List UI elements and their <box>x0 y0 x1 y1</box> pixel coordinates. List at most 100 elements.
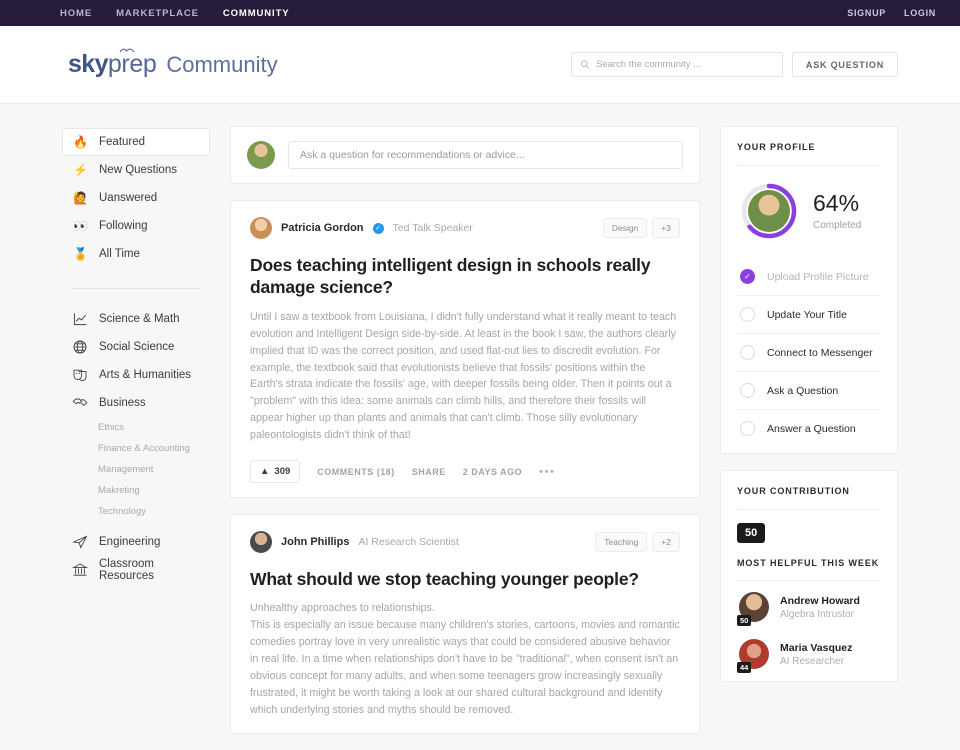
sidebar-item-classroom-resources[interactable]: Classroom Resources <box>62 556 210 584</box>
upvote-button[interactable]: ▲ 309 <box>250 460 301 484</box>
profile-card: YOUR PROFILE 64% Completed ✓ Upload Prof… <box>720 126 898 454</box>
post-author-name[interactable]: Patricia Gordon <box>281 222 364 234</box>
eyes-icon: 👀 <box>73 219 88 233</box>
medal-icon: 🏅 <box>73 247 88 261</box>
checklist-label: Upload Profile Picture <box>767 270 869 283</box>
circle-icon <box>740 345 755 360</box>
sidebar-subitem-marketing[interactable]: Makreting <box>62 480 210 501</box>
share-link[interactable]: SHARE <box>412 467 446 477</box>
feed-column: Patricia Gordon ✓ Ted Talk Speaker Desig… <box>230 126 700 750</box>
post-author-role: AI Research Scientist <box>358 536 459 549</box>
sidebar-item-engineering[interactable]: Engineering <box>62 528 210 556</box>
circle-icon <box>740 383 755 398</box>
chart-line-icon <box>73 313 87 326</box>
ask-question-button[interactable]: ASK QUESTION <box>791 52 898 77</box>
post-title[interactable]: Does teaching intelligent design in scho… <box>250 254 680 299</box>
sidebar-subitem-technology[interactable]: Technology <box>62 501 210 522</box>
sidebar-divider <box>72 288 200 289</box>
helper-role: Algebra Intrustor <box>780 608 854 620</box>
avatar[interactable] <box>250 217 272 239</box>
sidebar-label-social-science: Social Science <box>99 341 175 353</box>
left-sidebar: 🔥 Featured ⚡ New Questions 🙋 Uanswered 👀… <box>62 126 210 584</box>
profile-percent-label: Completed <box>813 219 862 231</box>
search-box[interactable] <box>570 52 783 77</box>
right-rail: YOUR PROFILE 64% Completed ✓ Upload Prof… <box>720 126 898 698</box>
upvote-arrow-icon: ▲ <box>260 466 270 478</box>
checklist-item-update-title[interactable]: Update Your Title <box>737 296 881 334</box>
topnav-home[interactable]: HOME <box>60 8 92 19</box>
handshake-icon <box>72 398 88 406</box>
verified-badge-icon: ✓ <box>372 222 384 234</box>
post-header: John Phillips AI Research Scientist Teac… <box>250 531 680 554</box>
checklist-label: Ask a Question <box>767 384 839 397</box>
post-timestamp: 2 DAYS AGO <box>462 466 523 477</box>
profile-percent: 64% <box>813 189 860 216</box>
post-tags: Teaching +2 <box>595 532 680 553</box>
topnav-community[interactable]: COMMUNITY <box>223 8 290 19</box>
tag-teaching[interactable]: Teaching <box>595 532 648 553</box>
logo-prep-text: prep <box>107 50 157 78</box>
checklist-item-upload-picture[interactable]: ✓ Upload Profile Picture <box>737 258 881 296</box>
post-author-name[interactable]: John Phillips <box>281 536 349 548</box>
sidebar-label-following: Following <box>99 220 148 232</box>
sidebar-item-featured[interactable]: 🔥 Featured <box>62 128 210 156</box>
tag-more-count[interactable]: +2 <box>652 532 680 553</box>
sidebar-label-classroom-resources: Classroom Resources <box>99 558 154 582</box>
avatar: 44 <box>737 639 769 673</box>
tag-more-count[interactable]: +3 <box>652 218 680 238</box>
list-item[interactable]: 50 Andrew Howard Algebra Intrustor <box>737 581 881 628</box>
fire-icon: 🔥 <box>73 135 88 149</box>
logo-sky-text: sky <box>68 50 109 78</box>
checklist-item-answer-question[interactable]: Answer a Question <box>737 410 881 447</box>
sidebar-subitem-management[interactable]: Management <box>62 459 210 480</box>
list-item[interactable]: 44 Maria Vasquez AI Researcher <box>737 628 881 675</box>
search-icon <box>580 60 590 69</box>
progress-ring <box>741 183 797 239</box>
ask-question-card <box>230 126 700 184</box>
check-icon: ✓ <box>740 269 755 284</box>
checklist-item-ask-question[interactable]: Ask a Question <box>737 372 881 410</box>
signup-link[interactable]: SIGNUP <box>847 8 886 18</box>
sidebar-item-business[interactable]: Business <box>62 389 210 417</box>
avatar[interactable] <box>250 531 272 554</box>
sidebar-label-engineering: Engineering <box>99 536 161 548</box>
contribution-score-badge: 50 <box>737 523 766 543</box>
sidebar-item-unanswered[interactable]: 🙋 Uanswered <box>62 184 210 212</box>
tag-design[interactable]: Design <box>602 218 648 238</box>
sidebar-item-science-math[interactable]: Science & Math <box>62 305 210 333</box>
sidebar-subitem-finance-accounting[interactable]: Finance & Accounting <box>62 438 210 459</box>
bird-icon <box>119 48 135 53</box>
lightning-icon: ⚡ <box>73 163 88 177</box>
site-logo[interactable]: sky prep Community <box>68 48 278 79</box>
search-input[interactable] <box>595 59 774 70</box>
checklist-item-connect-messenger[interactable]: Connect to Messenger <box>737 334 881 372</box>
profile-progress: 64% Completed <box>737 166 881 258</box>
post-card: Patricia Gordon ✓ Ted Talk Speaker Desig… <box>230 200 700 499</box>
sidebar-label-featured: Featured <box>99 136 146 148</box>
top-auth-links: SIGNUP LOGIN <box>847 8 936 18</box>
profile-avatar[interactable] <box>748 190 790 232</box>
current-user-avatar[interactable] <box>247 141 275 169</box>
sidebar-item-arts-humanities[interactable]: Arts & Humanities <box>62 361 210 389</box>
checklist-label: Update Your Title <box>767 308 847 321</box>
logo-community-text: Community <box>166 52 278 77</box>
profile-card-title: YOUR PROFILE <box>737 142 881 166</box>
sidebar-item-new-questions[interactable]: ⚡ New Questions <box>62 156 210 184</box>
login-link[interactable]: LOGIN <box>904 8 936 18</box>
sidebar-item-all-time[interactable]: 🏅 All Time <box>62 240 210 268</box>
post-body: Unhealthy approaches to relationships. T… <box>250 602 680 716</box>
contribution-card: YOUR CONTRIBUTION 50 MOST HELPFUL THIS W… <box>720 470 898 682</box>
sidebar-item-following[interactable]: 👀 Following <box>62 212 210 240</box>
topnav-marketplace[interactable]: MARKETPLACE <box>116 8 199 19</box>
circle-icon <box>740 307 755 322</box>
post-title[interactable]: What should we stop teaching younger peo… <box>250 568 680 590</box>
sidebar-label-business: Business <box>99 397 146 409</box>
helper-score-badge: 44 <box>737 662 752 673</box>
sidebar-subitem-ethics[interactable]: Ethics <box>62 417 210 438</box>
post-header: Patricia Gordon ✓ Ted Talk Speaker Desig… <box>250 217 680 239</box>
ask-question-input[interactable] <box>288 141 683 169</box>
comments-link[interactable]: COMMENTS (18) <box>317 467 395 477</box>
sidebar-item-social-science[interactable]: Social Science <box>62 333 210 361</box>
more-options-icon[interactable]: ••• <box>539 466 555 478</box>
theater-masks-icon <box>73 369 87 381</box>
